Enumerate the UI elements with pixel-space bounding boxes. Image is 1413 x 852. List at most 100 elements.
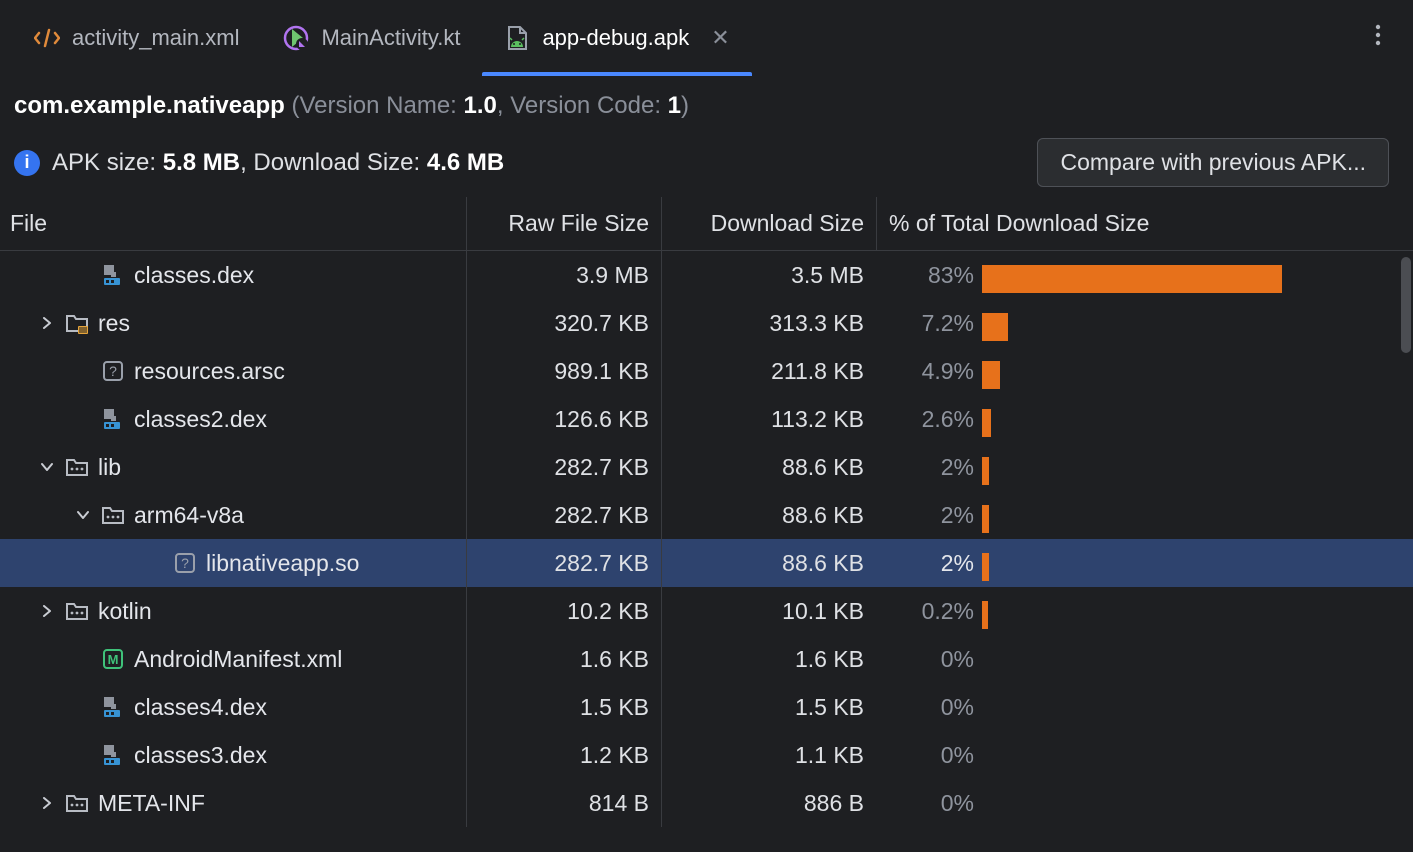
chevron-down-icon[interactable] [74,509,92,521]
file-cell: classes.dex [6,262,466,289]
table-row[interactable]: MAndroidManifest.xml1.6 KB1.6 KB0% [0,635,1413,683]
download-size: 88.6 KB [661,539,876,587]
kotlin-class-icon [283,25,309,51]
chevron-right-icon[interactable] [38,317,56,329]
tab-mainactivity-kt[interactable]: MainActivity.kt [261,0,482,76]
chevron-down-icon[interactable] [38,461,56,473]
file-name: lib [98,454,121,481]
pct-cell: 0% [876,741,1407,769]
table-row[interactable]: ?libnativeapp.so282.7 KB88.6 KB2% [0,539,1413,587]
file-cell: classes2.dex [6,406,466,433]
chevron-right-icon[interactable] [38,605,56,617]
download-size: 113.2 KB [661,395,876,443]
pct-cell: 2.6% [876,405,1407,433]
table-row[interactable]: res320.7 KB313.3 KB7.2% [0,299,1413,347]
tab-app-debug-apk[interactable]: app-debug.apk✕ [482,0,751,76]
dex-icon [100,406,126,432]
dotfolder-icon [64,598,90,624]
dotfolder-icon [100,502,126,528]
dex-icon [100,694,126,720]
table-row[interactable]: classes.dex3.9 MB3.5 MB83% [0,251,1413,299]
file-cell: kotlin [6,598,466,625]
pct-cell: 83% [876,261,1407,289]
column-file[interactable]: File [6,210,466,237]
pct-bar [982,309,1407,337]
file-cell: classes4.dex [6,694,466,721]
chevron-right-icon[interactable] [38,797,56,809]
table-row[interactable]: classes4.dex1.5 KB1.5 KB0% [0,683,1413,731]
column-pct[interactable]: % of Total Download Size [876,197,1407,250]
pct-cell: 0% [876,645,1407,673]
raw-size: 1.6 KB [466,635,661,683]
file-name: AndroidManifest.xml [134,646,342,673]
file-name: META-INF [98,790,205,817]
table-row[interactable]: META-INF814 B886 B0% [0,779,1413,827]
download-size: 313.3 KB [661,299,876,347]
pct-cell: 2% [876,453,1407,481]
unknown-icon: ? [172,550,198,576]
file-cell: ? resources.arsc [6,358,466,385]
pct-cell: 0% [876,789,1407,817]
column-raw[interactable]: Raw File Size [466,197,661,250]
table-row[interactable]: classes2.dex126.6 KB113.2 KB 2.6% [0,395,1413,443]
scroll-thumb[interactable] [1401,257,1411,353]
svg-text:?: ? [181,555,189,571]
raw-size: 320.7 KB [466,299,661,347]
pct-cell: 2% [876,501,1407,529]
pct-bar [982,261,1407,289]
tab-label: MainActivity.kt [321,25,460,51]
pct-bar [982,789,1407,817]
column-dl[interactable]: Download Size [661,197,876,250]
table-row[interactable]: classes3.dex1.2 KB1.1 KB0% [0,731,1413,779]
pct-cell: 4.9% [876,357,1407,385]
download-size: 3.5 MB [661,251,876,299]
file-name: classes4.dex [134,694,267,721]
file-name: res [98,310,130,337]
raw-size: 989.1 KB [466,347,661,395]
raw-size: 1.2 KB [466,731,661,779]
compare-apk-button[interactable]: Compare with previous APK... [1037,138,1389,187]
pct-bar [982,597,1407,625]
file-name: classes3.dex [134,742,267,769]
pct-cell: 2% [876,549,1407,577]
download-size: 886 B [661,779,876,827]
close-icon[interactable]: ✕ [711,27,729,49]
pct-value: 2.6% [888,406,974,433]
pct-bar [982,549,1407,577]
download-size: 10.1 KB [661,587,876,635]
file-name: arm64-v8a [134,502,244,529]
file-cell: lib [6,454,466,481]
pct-value: 0% [888,694,974,721]
info-icon: i [14,150,40,176]
pct-value: 83% [888,262,974,289]
pct-bar [982,405,1407,433]
more-icon[interactable] [1355,24,1401,52]
svg-text:?: ? [109,363,117,379]
package-name: com.example.nativeapp [14,92,285,119]
tab-activity-main-xml[interactable]: activity_main.xml [12,0,261,76]
raw-size: 282.7 KB [466,443,661,491]
unknown-icon: ? [100,358,126,384]
pct-bar [982,357,1407,385]
table-row[interactable]: kotlin10.2 KB10.1 KB0.2% [0,587,1413,635]
table-row[interactable]: arm64-v8a282.7 KB88.6 KB2% [0,491,1413,539]
apk-size-summary: i APK size: 5.8 MB, Download Size: 4.6 M… [14,149,504,177]
pct-value: 0.2% [888,598,974,625]
raw-size: 282.7 KB [466,491,661,539]
table-row[interactable]: lib282.7 KB88.6 KB2% [0,443,1413,491]
xml-icon [34,25,60,51]
file-name: kotlin [98,598,152,625]
pct-cell: 0.2% [876,597,1407,625]
manifest-icon: M [100,646,126,672]
pct-value: 0% [888,742,974,769]
raw-size: 126.6 KB [466,395,661,443]
download-size: 1.5 KB [661,683,876,731]
pct-bar [982,453,1407,481]
table-row[interactable]: ? resources.arsc 989.1 KB211.8 KB 4.9% [0,347,1413,395]
download-size: 211.8 KB [661,347,876,395]
file-name: resources.arsc [134,358,285,385]
package-meta: (Version Name: 1.0, Version Code: 1) [285,92,689,119]
file-cell: classes3.dex [6,742,466,769]
pct-value: 4.9% [888,358,974,385]
dex-icon [100,742,126,768]
